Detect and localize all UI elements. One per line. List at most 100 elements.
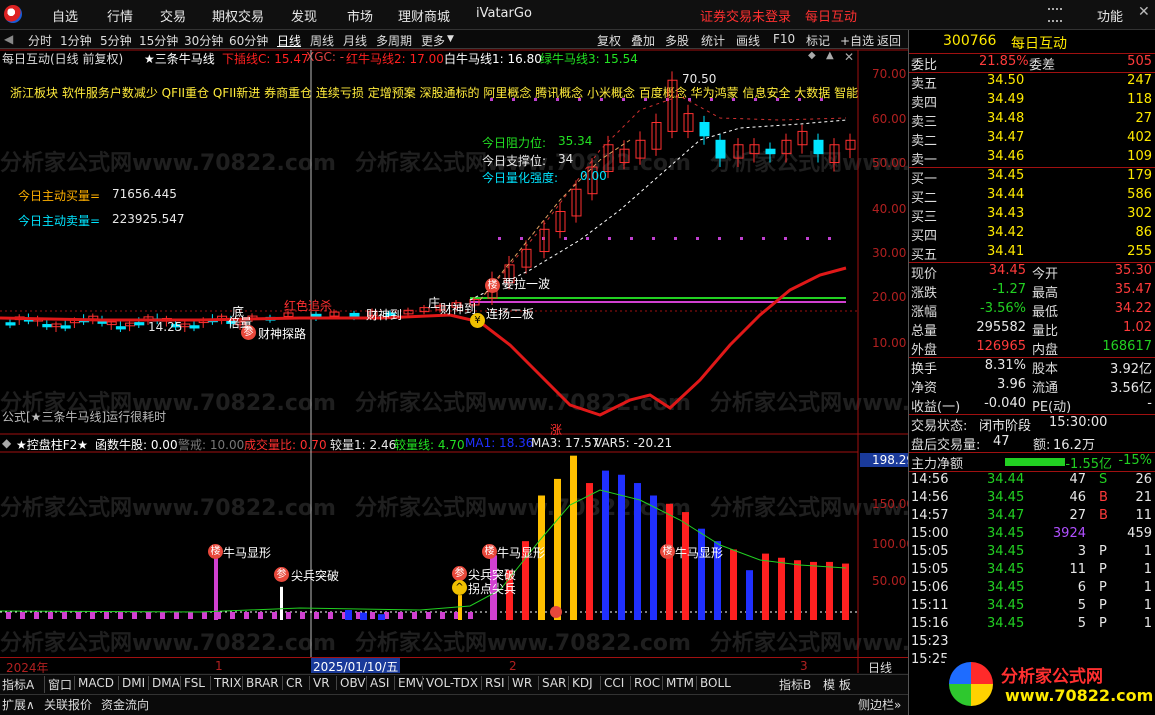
quote-cell: PE(动)	[1032, 400, 1072, 415]
candle-body	[715, 139, 726, 159]
quote-cell: 34.45	[987, 580, 1025, 595]
volume-bar	[132, 612, 137, 619]
quote-cell: 255	[1127, 244, 1152, 259]
function-menu[interactable]: 功能	[1097, 6, 1123, 25]
indicator-tab[interactable]: BOLL	[696, 676, 731, 690]
close-icon[interactable]: ✕	[1138, 4, 1150, 20]
signal-dot	[798, 98, 801, 101]
indicator-tab[interactable]: ASI	[366, 676, 389, 690]
quote-cell: P	[1099, 598, 1107, 613]
tick-row: 15:16 34.45 5 P 1	[909, 616, 1155, 634]
indicator-tab[interactable]: 指标A	[2, 676, 34, 693]
ask-row: 卖四 34.49 118	[909, 92, 1155, 111]
quote-cell: 26	[1135, 472, 1152, 487]
volume-bar	[426, 612, 431, 619]
sub-annotation-badge: ^	[452, 580, 467, 595]
price-axis-label: 50.00	[872, 156, 907, 170]
indicator-tab[interactable]: KDJ	[568, 676, 593, 690]
price-axis-label: 20.00	[872, 290, 907, 304]
indicator-tab[interactable]: WR	[508, 676, 532, 690]
indicator-tab[interactable]: ROC	[630, 676, 660, 690]
indicator-tab[interactable]: MTM	[662, 676, 694, 690]
volume-bar	[810, 561, 817, 620]
low-price-label: 14.25	[148, 320, 183, 334]
annotation-pull-up: 要拉一波	[502, 277, 551, 291]
sub-warn-value: 警戒: 10.00	[178, 438, 245, 452]
quote-cell: 168617	[1102, 339, 1152, 354]
indicator-tab[interactable]: EMV	[394, 676, 424, 690]
indicator-tab[interactable]: OBV	[336, 676, 366, 690]
extension-tab[interactable]: 扩展∧	[2, 696, 35, 713]
quote-cell: P	[1099, 544, 1107, 559]
sub-indicator-name[interactable]: ★控盘柱F2★	[16, 436, 88, 453]
indicator-tab[interactable]: TRIX	[210, 676, 241, 690]
volume-bar	[698, 528, 705, 620]
quote-cell: 15:05	[911, 562, 949, 577]
quote-cell: 46	[1069, 490, 1086, 505]
volume-bar	[762, 553, 769, 620]
grid-menu-icon[interactable]	[1048, 8, 1062, 22]
sub-gear-icon[interactable]: ◆	[2, 436, 11, 450]
quote-cell: 今开	[1032, 267, 1059, 282]
indicator-tab[interactable]: DMI	[118, 676, 145, 690]
quote-cell: 1	[1143, 580, 1152, 595]
price-axis-label: 60.00	[872, 112, 907, 126]
indicator-tab[interactable]: BRAR	[242, 676, 279, 690]
extension-tab[interactable]: 资金流向	[101, 696, 149, 713]
candle-body	[189, 325, 200, 329]
indicator-tab[interactable]: RSI	[481, 676, 505, 690]
volume-bar	[682, 512, 689, 620]
quote-cell: 3.92亿	[1110, 362, 1152, 377]
indicator-tab[interactable]: 窗口	[44, 676, 72, 693]
candle-body	[699, 122, 710, 137]
signal-dot	[586, 237, 589, 240]
sidebar-toggle[interactable]: 侧边栏»	[858, 696, 901, 713]
tick-row: 15:06 34.45 6 P 1	[909, 580, 1155, 598]
indicator-tab[interactable]: VOL-TDX	[422, 676, 478, 690]
quote-cell: 主力净额	[911, 457, 964, 472]
signal-dot	[564, 237, 567, 240]
quote-cell: 5	[1077, 616, 1086, 631]
signal-dot	[732, 98, 735, 101]
quote-cell: 34.46	[987, 149, 1025, 164]
quote-cell: 505	[1127, 54, 1152, 69]
quote-cell: 15:11	[911, 598, 949, 613]
volume-bar	[118, 612, 123, 619]
indicator-tab[interactable]: SAR	[538, 676, 566, 690]
tick-row: 14:56 34.44 47 S 26	[909, 472, 1155, 490]
indicator-tab[interactable]: DMA	[148, 676, 180, 690]
pinwheel-logo-icon	[949, 662, 993, 706]
after-hours-row: 盘后交易量: 47 额: 16.2万	[909, 434, 1155, 453]
extension-tab[interactable]: 关联报价	[44, 696, 92, 713]
indicator-tab[interactable]: FSL	[180, 676, 205, 690]
indicator-tab[interactable]: MACD	[74, 676, 114, 690]
quote-cell: 15:00	[911, 526, 949, 541]
signal-dot	[630, 237, 633, 240]
quote-header: 300766 每日互动	[909, 33, 1155, 52]
indicator-tab[interactable]: CCI	[600, 676, 624, 690]
quote-cell: 委差	[1029, 58, 1056, 73]
sub-annotation-badge: 参	[452, 566, 467, 581]
quote-cell: 总量	[911, 324, 938, 339]
volume-bar	[586, 483, 593, 620]
indicator-tab[interactable]: 指标B	[779, 676, 811, 693]
sub-annotation-guaidian: 拐点尖兵	[468, 582, 517, 596]
indicator-tab[interactable]: CR	[282, 676, 303, 690]
signal-dot	[608, 237, 611, 240]
sub-volline-value: 较量线: 4.70	[394, 438, 465, 452]
volume-bar	[214, 555, 218, 620]
indicator-tab[interactable]: VR	[309, 676, 330, 690]
signal-dot	[718, 237, 721, 240]
sub-annotation-badge: 参	[274, 567, 289, 582]
indicator-tab[interactable]: 模 板	[823, 676, 851, 693]
quote-cell: 21	[1135, 490, 1152, 505]
support-label: 今日支撑位:	[482, 154, 547, 168]
quote-cell: 34.45	[988, 263, 1026, 278]
quote-cell: 涨幅	[911, 305, 938, 320]
formula-footer: 公式[★三条牛马线]运行很耗时	[2, 410, 167, 424]
time-axis-month1: 1	[215, 659, 223, 673]
quote-cell: 34.45	[987, 562, 1025, 577]
annotation-two-limit: 连扬二板	[486, 307, 535, 321]
indicator-tabs: 指标A 窗口 MACD DMI DMA FSL TRIX BRAR CR VR OBV ASI EMV V…	[0, 674, 908, 693]
quote-cell: 卖三	[911, 115, 938, 130]
